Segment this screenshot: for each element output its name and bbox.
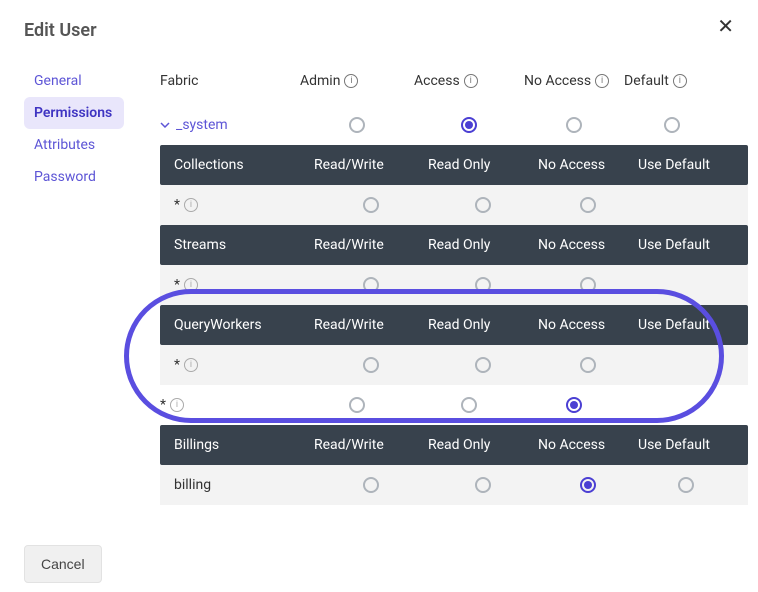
radio[interactable] (461, 397, 477, 413)
radio[interactable] (475, 277, 491, 293)
fabric-name: _system (176, 117, 228, 133)
col: Read/Write (314, 237, 428, 253)
col: Use Default (638, 237, 734, 253)
section-header-streams: Streams Read/Write Read Only No Access U… (160, 225, 748, 265)
col: Read Only (428, 237, 538, 253)
section-title: Collections (174, 157, 314, 173)
radio[interactable] (580, 277, 596, 293)
sidebar: General Permissions Attributes Password (24, 65, 124, 505)
col: Read Only (428, 317, 538, 333)
radio[interactable] (475, 357, 491, 373)
section-title: Streams (174, 237, 314, 253)
col-noaccess: No Access (524, 73, 591, 89)
radio[interactable] (475, 197, 491, 213)
radio[interactable] (678, 477, 694, 493)
radio[interactable] (363, 197, 379, 213)
chevron-down-icon (160, 120, 170, 130)
info-icon[interactable]: i (184, 358, 198, 372)
table-row: *i (160, 345, 748, 385)
radio[interactable] (580, 477, 596, 493)
section-header-queryworkers: QueryWorkers Read/Write Read Only No Acc… (160, 305, 748, 345)
radio[interactable] (363, 477, 379, 493)
radio[interactable] (475, 477, 491, 493)
section-title: QueryWorkers (174, 317, 314, 333)
row-label: * (174, 357, 180, 373)
col: Read Only (428, 437, 538, 453)
col: Read/Write (314, 157, 428, 173)
info-icon[interactable]: i (673, 74, 687, 88)
col-access: Access (414, 73, 460, 89)
radio-noaccess[interactable] (566, 117, 582, 133)
row-label: billing (174, 477, 211, 493)
section-header-billings: Billings Read/Write Read Only No Access … (160, 425, 748, 465)
sidebar-item-general[interactable]: General (24, 65, 124, 97)
fabric-row: _system (160, 105, 748, 145)
col: Use Default (638, 157, 734, 173)
sidebar-item-password[interactable]: Password (24, 161, 124, 193)
col: Use Default (638, 317, 734, 333)
section-title: Billings (174, 437, 314, 453)
radio[interactable] (566, 397, 582, 413)
col-default: Default (624, 73, 669, 89)
row-label: * (174, 277, 180, 293)
col: Read/Write (314, 317, 428, 333)
page-title: Edit User (24, 20, 734, 41)
col: No Access (538, 317, 638, 333)
radio-access[interactable] (461, 117, 477, 133)
info-icon[interactable]: i (595, 74, 609, 88)
info-icon[interactable]: i (184, 198, 198, 212)
info-icon[interactable]: i (170, 398, 184, 412)
col: Use Default (638, 437, 734, 453)
table-row: billing (160, 465, 748, 505)
cancel-button[interactable]: Cancel (24, 545, 102, 583)
section-header-collections: Collections Read/Write Read Only No Acce… (160, 145, 748, 185)
col: Read Only (428, 157, 538, 173)
info-icon[interactable]: i (344, 74, 358, 88)
close-icon[interactable]: ✕ (717, 16, 734, 36)
col: No Access (538, 437, 638, 453)
permissions-panel: Fabric Admini Accessi No Accessi Default… (160, 65, 748, 505)
permissions-header: Fabric Admini Accessi No Accessi Default… (160, 65, 748, 105)
table-row: *i (160, 265, 748, 305)
sidebar-item-attributes[interactable]: Attributes (24, 129, 124, 161)
col: No Access (538, 157, 638, 173)
radio[interactable] (363, 277, 379, 293)
radio-admin[interactable] (349, 117, 365, 133)
sidebar-item-permissions[interactable]: Permissions (24, 97, 124, 129)
col: No Access (538, 237, 638, 253)
table-row: *i (160, 185, 748, 225)
fabric-expand[interactable]: _system (160, 117, 300, 133)
radio[interactable] (580, 357, 596, 373)
col: Read/Write (314, 437, 428, 453)
col-admin: Admin (300, 73, 340, 89)
info-icon[interactable]: i (184, 278, 198, 292)
radio-default[interactable] (664, 117, 680, 133)
row-label: * (174, 197, 180, 213)
col-fabric: Fabric (160, 73, 198, 89)
info-icon[interactable]: i (464, 74, 478, 88)
radio[interactable] (363, 357, 379, 373)
row-label: * (160, 397, 166, 413)
table-row: *i (160, 385, 748, 425)
radio[interactable] (580, 197, 596, 213)
radio[interactable] (349, 397, 365, 413)
